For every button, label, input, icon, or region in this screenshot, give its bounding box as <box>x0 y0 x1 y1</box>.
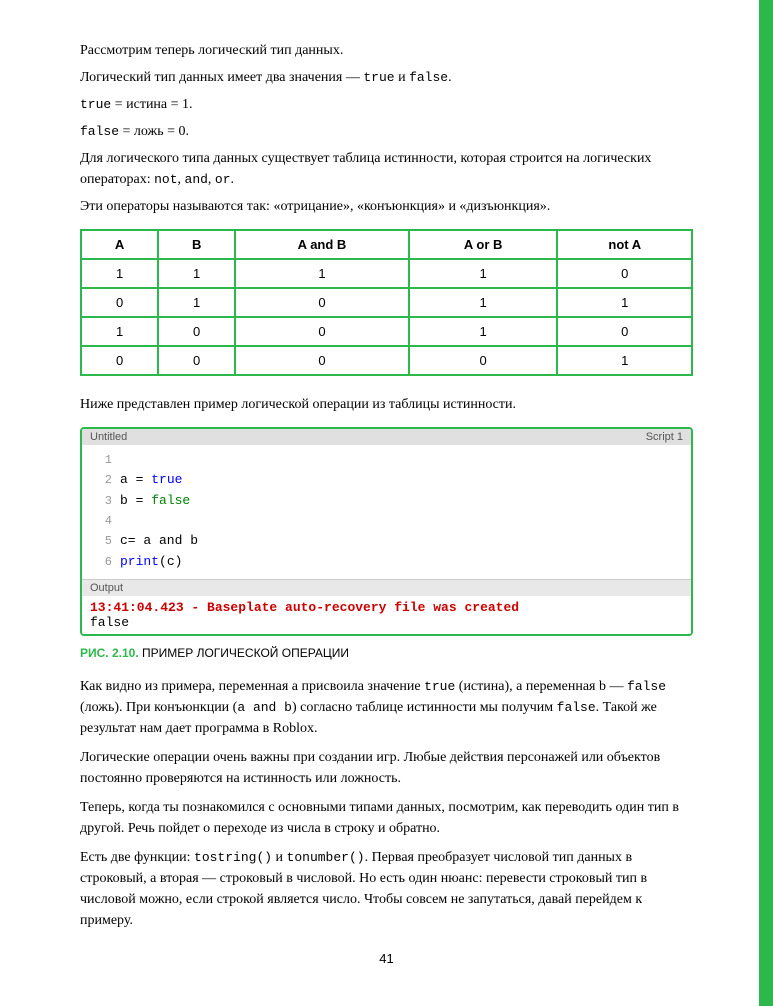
col-header-aorb: A or B <box>409 230 558 259</box>
body-para-1: Как видно из примера, переменная a присв… <box>80 676 693 739</box>
code-header-left: Untitled <box>90 431 127 443</box>
cell: 0 <box>81 346 158 375</box>
cell: 0 <box>81 288 158 317</box>
cell: 0 <box>235 317 409 346</box>
line-number: 6 <box>90 553 112 572</box>
output-bar: Output <box>82 579 691 596</box>
line-number: 4 <box>90 512 112 531</box>
code-header: Untitled Script 1 <box>82 429 691 445</box>
table-row: 1 1 1 1 0 <box>81 259 692 288</box>
cell: 1 <box>81 317 158 346</box>
cell: 1 <box>409 288 558 317</box>
figure-caption: РИС. 2.10. ПРИМЕР ЛОГИЧЕСКОЙ ОПЕРАЦИИ <box>80 646 693 660</box>
code-header-right: Script 1 <box>646 431 683 443</box>
green-sidebar <box>759 0 773 1006</box>
code-line-1: 1 <box>82 451 691 470</box>
cell: 1 <box>81 259 158 288</box>
col-header-aandb: A and B <box>235 230 409 259</box>
cell: 0 <box>158 346 235 375</box>
code-caption: Ниже представлен пример логической опера… <box>80 394 693 415</box>
code-text: print(c) <box>120 552 182 573</box>
para-6: Эти операторы называются так: «отрицание… <box>80 196 693 217</box>
truth-table: A B A and B A or B not A 1 1 1 1 0 0 1 0… <box>80 229 693 376</box>
col-header-a: A <box>81 230 158 259</box>
para-4: false = ложь = 0. <box>80 121 693 142</box>
code-line-5: 5 c= a and b <box>82 531 691 552</box>
fig-title: ПРИМЕР ЛОГИЧЕСКОЙ ОПЕРАЦИИ <box>142 646 349 660</box>
output-body: 13:41:04.423 - Baseplate auto-recovery f… <box>82 596 691 634</box>
cell: 0 <box>158 317 235 346</box>
table-row: 1 0 0 1 0 <box>81 317 692 346</box>
para-3: true = истина = 1. <box>80 94 693 115</box>
col-header-nota: not A <box>557 230 692 259</box>
cell: 0 <box>557 317 692 346</box>
body-para-2: Логические операции очень важны при созд… <box>80 747 693 789</box>
code-line-3: 3 b = false <box>82 491 691 512</box>
line-number: 3 <box>90 492 112 511</box>
col-header-b: B <box>158 230 235 259</box>
code-body: 1 2 a = true 3 b = false 4 5 c= a and b … <box>82 445 691 579</box>
body-para-3: Теперь, когда ты познакомился с основным… <box>80 797 693 839</box>
para-1: Рассмотрим теперь логический тип данных. <box>80 40 693 61</box>
cell: 1 <box>409 259 558 288</box>
cell: 1 <box>158 288 235 317</box>
line-number: 5 <box>90 532 112 551</box>
code-block: Untitled Script 1 1 2 a = true 3 b = fal… <box>80 427 693 636</box>
cell: 1 <box>235 259 409 288</box>
page-number: 41 <box>80 951 693 966</box>
body-para-4: Есть две функции: tostring() и tonumber(… <box>80 847 693 931</box>
cell: 1 <box>557 288 692 317</box>
cell: 0 <box>235 346 409 375</box>
para-2: Логический тип данных имеет два значения… <box>80 67 693 88</box>
cell: 0 <box>557 259 692 288</box>
table-row: 0 1 0 1 1 <box>81 288 692 317</box>
code-text: a = true <box>120 470 182 491</box>
line-number: 2 <box>90 471 112 490</box>
line-number: 1 <box>90 451 112 470</box>
cell: 1 <box>557 346 692 375</box>
output-result: false <box>90 615 683 630</box>
page-content: Рассмотрим теперь логический тип данных.… <box>0 0 773 1006</box>
output-timestamp: 13:41:04.423 - Baseplate auto-recovery f… <box>90 600 683 615</box>
table-row: 0 0 0 0 1 <box>81 346 692 375</box>
code-text: b = false <box>120 491 190 512</box>
code-line-6: 6 print(c) <box>82 552 691 573</box>
cell: 1 <box>158 259 235 288</box>
cell: 1 <box>409 317 558 346</box>
cell: 0 <box>235 288 409 317</box>
fig-label: РИС. 2.10. <box>80 646 139 660</box>
code-line-4: 4 <box>82 512 691 531</box>
code-text: c= a and b <box>120 531 198 552</box>
para-5: Для логического типа данных существует т… <box>80 148 693 190</box>
code-line-2: 2 a = true <box>82 470 691 491</box>
cell: 0 <box>409 346 558 375</box>
